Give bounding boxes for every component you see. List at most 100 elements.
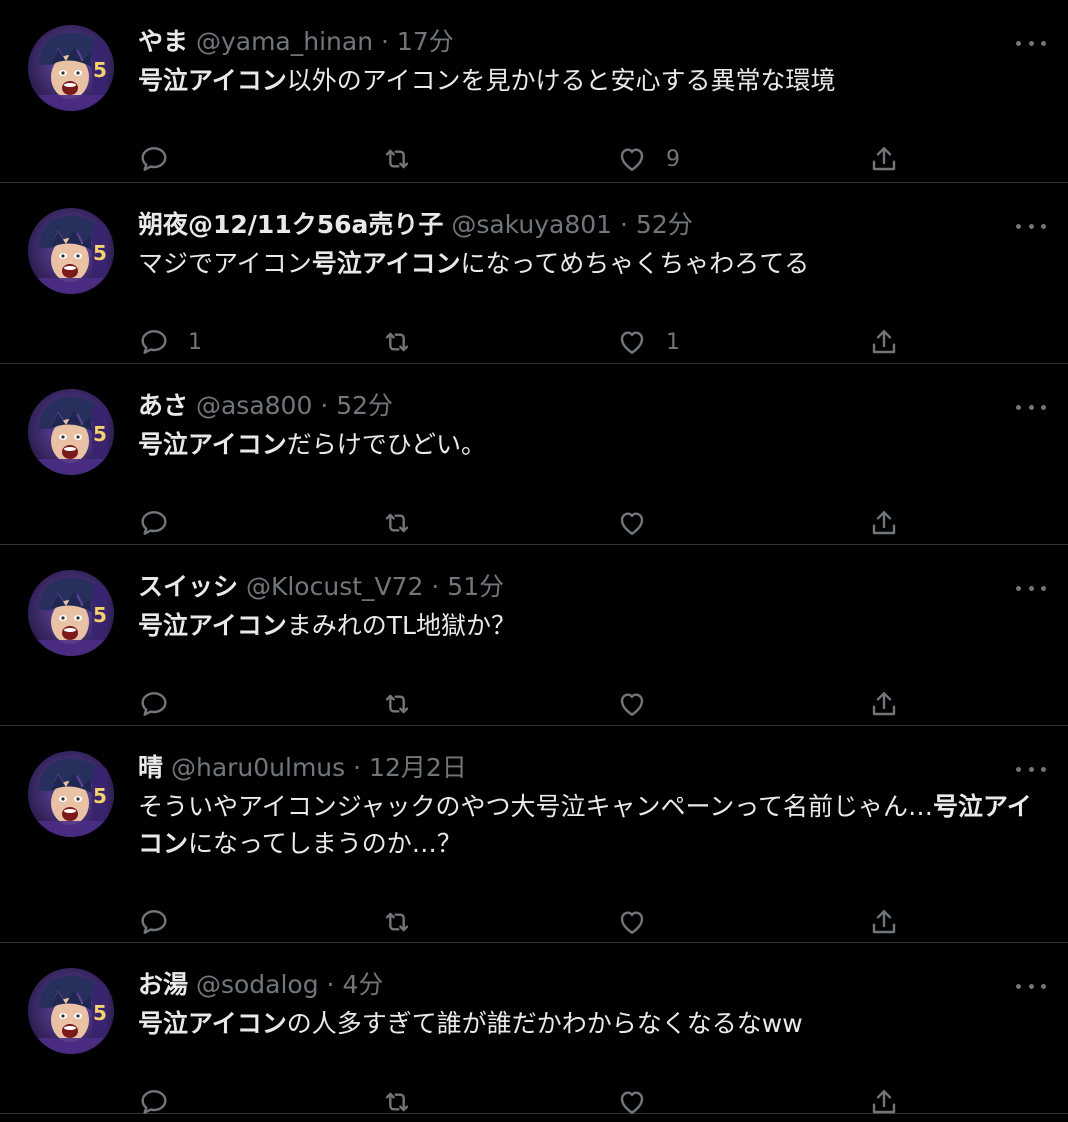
tweet-actions bbox=[138, 1082, 918, 1122]
separator-dot: · bbox=[620, 210, 628, 239]
more-options-icon[interactable] bbox=[1016, 578, 1046, 598]
share-button[interactable] bbox=[868, 684, 900, 724]
like-icon bbox=[616, 688, 648, 720]
like-icon bbox=[616, 1086, 648, 1118]
highlight-text: 号泣アイコン bbox=[138, 430, 287, 459]
reply-button[interactable] bbox=[138, 139, 188, 179]
timestamp[interactable]: 51分 bbox=[447, 572, 504, 601]
highlight-text: 号泣アイコン bbox=[138, 1009, 287, 1038]
tweet[interactable]: 5 スイッシ @Klocust_V72 · 51分 号泣アイコンまみれのTL地獄か？ bbox=[0, 545, 1068, 726]
timestamp[interactable]: 12月2日 bbox=[369, 753, 467, 782]
share-button[interactable] bbox=[868, 322, 900, 362]
like-button[interactable] bbox=[616, 503, 666, 543]
display-name[interactable]: 晴 bbox=[138, 753, 163, 782]
user-handle[interactable]: @sodalog bbox=[196, 970, 319, 999]
tweet-actions: 9 bbox=[138, 139, 918, 179]
avatar[interactable]: 5 bbox=[28, 389, 114, 475]
timestamp[interactable]: 17分 bbox=[397, 27, 454, 56]
share-button[interactable] bbox=[868, 1082, 900, 1122]
retweet-icon bbox=[381, 906, 413, 938]
more-options-icon[interactable] bbox=[1016, 976, 1046, 996]
share-icon bbox=[868, 906, 900, 938]
share-button[interactable] bbox=[868, 503, 900, 543]
avatar[interactable]: 5 bbox=[28, 25, 114, 111]
tweet-text: マジでアイコン号泣アイコンになってめちゃくちゃわろてる bbox=[138, 245, 1044, 282]
tweet-header: スイッシ @Klocust_V72 · 51分 bbox=[138, 570, 504, 604]
tweet[interactable]: 5 お湯 @sodalog · 4分 号泣アイコンの人多すぎて誰が誰だかわからなくな… bbox=[0, 943, 1068, 1114]
reply-icon bbox=[138, 688, 170, 720]
tweet-text: そういやアイコンジャックのやつ大号泣キャンペーンって名前じゃん…号泣アイコンにな… bbox=[138, 788, 1044, 862]
reply-button[interactable] bbox=[138, 902, 188, 942]
tweet[interactable]: 5 あさ @asa800 · 52分 号泣アイコンだらけでひどい。 bbox=[0, 364, 1068, 545]
retweet-button[interactable] bbox=[381, 139, 431, 179]
body-text: の人多すぎて誰が誰だかわからなくなるなww bbox=[286, 1009, 803, 1038]
tweet-actions: 11 bbox=[138, 322, 918, 362]
display-name[interactable]: あさ bbox=[138, 391, 188, 420]
share-button[interactable] bbox=[868, 139, 900, 179]
tweet[interactable]: 5 朔夜@12/11ク56a売り子 @sakuya801 · 52分マジでアイコン… bbox=[0, 183, 1068, 364]
tweet[interactable]: 5 やま @yama_hinan · 17分 号泣アイコン以外のアイコンを見かけると… bbox=[0, 0, 1068, 183]
tweet-text: 号泣アイコンまみれのTL地獄か？ bbox=[138, 607, 1044, 644]
retweet-button[interactable] bbox=[381, 322, 431, 362]
tweet-text: 号泣アイコンの人多すぎて誰が誰だかわからなくなるなww bbox=[138, 1005, 1044, 1042]
share-button[interactable] bbox=[868, 902, 900, 942]
reply-icon bbox=[138, 906, 170, 938]
display-name[interactable]: お湯 bbox=[138, 970, 188, 999]
avatar[interactable]: 5 bbox=[28, 570, 114, 656]
tweet-header: あさ @asa800 · 52分 bbox=[138, 389, 393, 423]
body-text: になってしまうのか…？ bbox=[188, 829, 462, 858]
tweet-text: 号泣アイコンだらけでひどい。 bbox=[138, 426, 1044, 463]
retweet-icon bbox=[381, 688, 413, 720]
tweet-header: お湯 @sodalog · 4分 bbox=[138, 968, 383, 1002]
timeline: 5 やま @yama_hinan · 17分 号泣アイコン以外のアイコンを見かけると… bbox=[0, 0, 1068, 1114]
like-button[interactable]: 1 bbox=[616, 322, 680, 362]
retweet-button[interactable] bbox=[381, 503, 431, 543]
svg-text:5: 5 bbox=[93, 784, 107, 808]
user-handle[interactable]: @asa800 bbox=[196, 391, 312, 420]
display-name[interactable]: 朔夜@12/11ク56a売り子 bbox=[138, 210, 443, 239]
reply-button[interactable] bbox=[138, 1082, 188, 1122]
user-handle[interactable]: @yama_hinan bbox=[196, 27, 373, 56]
display-name[interactable]: やま bbox=[138, 27, 188, 56]
timestamp[interactable]: 52分 bbox=[636, 210, 693, 239]
user-handle[interactable]: @sakuya801 bbox=[451, 210, 612, 239]
like-icon bbox=[616, 326, 648, 358]
reply-button[interactable]: 1 bbox=[138, 322, 202, 362]
retweet-button[interactable] bbox=[381, 1082, 431, 1122]
tweet-actions bbox=[138, 503, 918, 543]
avatar[interactable]: 5 bbox=[28, 208, 114, 294]
avatar[interactable]: 5 bbox=[28, 968, 114, 1054]
timestamp[interactable]: 52分 bbox=[336, 391, 393, 420]
retweet-icon bbox=[381, 1086, 413, 1118]
body-text: まみれのTL地獄か？ bbox=[286, 611, 516, 640]
user-handle[interactable]: @Klocust_V72 bbox=[246, 572, 423, 601]
like-button[interactable] bbox=[616, 902, 666, 942]
retweet-icon bbox=[381, 143, 413, 175]
tweet-header: やま @yama_hinan · 17分 bbox=[138, 25, 454, 59]
like-button[interactable]: 9 bbox=[616, 139, 680, 179]
user-handle[interactable]: @haru0ulmus bbox=[171, 753, 345, 782]
like-button[interactable] bbox=[616, 1082, 666, 1122]
body-text: 以外のアイコンを見かけると安心する異常な環境 bbox=[286, 66, 836, 95]
body-text: になってめちゃくちゃわろてる bbox=[460, 249, 810, 278]
tweet[interactable]: 5 晴 @haru0ulmus · 12月2日 そういやアイコンジャックのやつ大号泣… bbox=[0, 726, 1068, 943]
tweet-text: 号泣アイコン以外のアイコンを見かけると安心する異常な環境 bbox=[138, 62, 1044, 99]
more-options-icon[interactable] bbox=[1016, 216, 1046, 236]
timestamp[interactable]: 4分 bbox=[342, 970, 383, 999]
highlight-text: 号泣アイコン bbox=[138, 66, 287, 95]
display-name[interactable]: スイッシ bbox=[138, 572, 238, 601]
like-count: 9 bbox=[666, 146, 680, 172]
svg-text:5: 5 bbox=[93, 241, 107, 265]
reply-icon bbox=[138, 326, 170, 358]
reply-button[interactable] bbox=[138, 503, 188, 543]
share-icon bbox=[868, 326, 900, 358]
more-options-icon[interactable] bbox=[1016, 759, 1046, 779]
like-button[interactable] bbox=[616, 684, 666, 724]
more-options-icon[interactable] bbox=[1016, 397, 1046, 417]
retweet-button[interactable] bbox=[381, 902, 431, 942]
retweet-button[interactable] bbox=[381, 684, 431, 724]
reply-button[interactable] bbox=[138, 684, 188, 724]
avatar[interactable]: 5 bbox=[28, 751, 114, 837]
more-options-icon[interactable] bbox=[1016, 33, 1046, 53]
reply-icon bbox=[138, 143, 170, 175]
